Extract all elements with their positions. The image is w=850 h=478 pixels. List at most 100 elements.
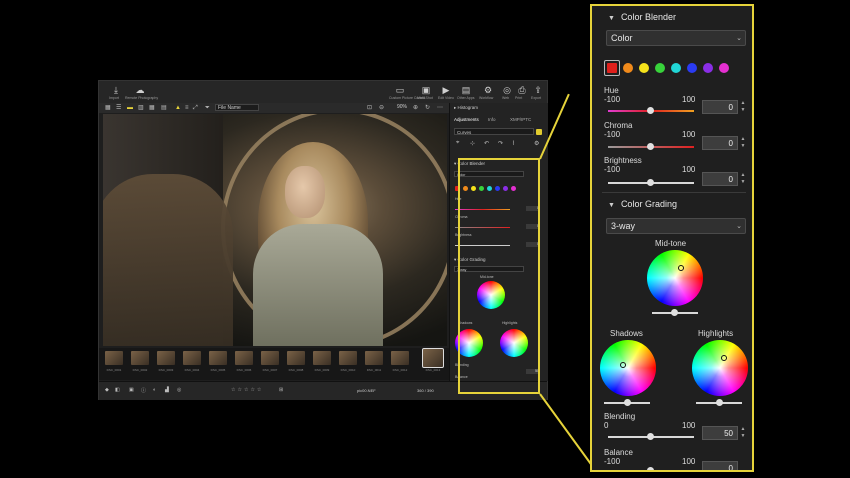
expand-icon[interactable]: ⤢ <box>193 104 198 112</box>
brightness-value-input[interactable]: 0 <box>702 172 738 186</box>
compare-icon[interactable]: ◧ <box>115 387 120 393</box>
fit-icon[interactable]: ⊡ <box>367 104 372 112</box>
tab-adjustments[interactable]: Adjustments <box>454 117 479 122</box>
zoom-level[interactable]: 90% <box>397 104 407 110</box>
tab-xmp-iptc[interactable]: XMP/IPTC <box>510 117 531 122</box>
multi-view-icon[interactable]: ▦ <box>149 104 155 112</box>
settings-icon[interactable]: ⚙ <box>534 140 539 147</box>
highlights-slider-handle[interactable] <box>716 399 723 406</box>
more-icon[interactable]: ⋯ <box>437 104 443 112</box>
filmstrip-thumb[interactable] <box>209 351 227 365</box>
rotate-icon[interactable]: ↻ <box>425 104 430 112</box>
swatch-red[interactable] <box>607 63 617 73</box>
shadows-wheel-point[interactable] <box>620 362 626 368</box>
swatch-orange[interactable] <box>623 63 633 73</box>
filmstrip-thumb[interactable] <box>105 351 123 365</box>
brightness-slider-handle[interactable] <box>647 179 654 186</box>
print-icon[interactable]: ⎙ <box>515 83 529 97</box>
tag-icon[interactable]: ⊞ <box>279 387 283 393</box>
tab-info[interactable]: Info <box>488 117 496 122</box>
balance-value-input[interactable]: 0 <box>702 461 738 470</box>
hue-stepper[interactable]: ▲ ▼ <box>740 100 746 114</box>
filmstrip-thumb[interactable] <box>261 351 279 365</box>
swatch-magenta[interactable] <box>719 63 729 73</box>
swatch-cyan[interactable] <box>671 63 681 73</box>
shadows-color-wheel[interactable] <box>600 340 656 396</box>
highlight-icon[interactable]: ◐ <box>153 387 156 393</box>
web-icon[interactable]: ◎ <box>500 83 514 97</box>
hue-value-input[interactable]: 0 <box>702 100 738 114</box>
filmstrip-thumb[interactable] <box>365 351 383 365</box>
filmstrip-thumb[interactable] <box>183 351 201 365</box>
filmstrip-thumb[interactable] <box>313 351 331 365</box>
chroma-stepper[interactable]: ▲ ▼ <box>740 136 746 150</box>
redo-icon[interactable]: ↷ <box>498 140 503 147</box>
rating-filter-icon[interactable]: ≡ <box>185 104 189 112</box>
workflow-icon[interactable]: ⚙ <box>481 83 495 97</box>
midtone-color-wheel[interactable] <box>647 250 703 306</box>
zoom-in-icon[interactable]: ⊕ <box>413 104 418 112</box>
curve-preset-dropdown[interactable]: Curves <box>454 128 534 135</box>
filmstrip-thumb[interactable] <box>157 351 175 365</box>
blending-slider-handle[interactable] <box>647 433 654 440</box>
picture-control-icon[interactable]: ▭ <box>393 83 407 97</box>
swatch-yellow[interactable] <box>639 63 649 73</box>
focus-point-icon[interactable]: ◎ <box>177 387 181 393</box>
midtone-slider-handle[interactable] <box>671 309 678 316</box>
single-view-icon[interactable]: ▬ <box>127 104 133 112</box>
rating-stars[interactable]: ☆☆☆☆☆ <box>231 387 263 393</box>
brush-icon[interactable]: ⌇ <box>512 140 515 147</box>
filter-icon[interactable]: ⏷ <box>205 104 210 112</box>
hue-slider-handle[interactable] <box>647 107 654 114</box>
thumb-label: DSC_0010 <box>340 368 356 372</box>
swatch-purple[interactable] <box>703 63 713 73</box>
list-view-icon[interactable]: ☰ <box>116 104 121 112</box>
sort-dropdown[interactable]: File Name <box>215 104 259 111</box>
image-viewer[interactable] <box>103 114 447 346</box>
histogram-icon[interactable]: ▟ <box>165 387 169 393</box>
remote-icon[interactable]: ☁ <box>133 83 147 97</box>
color-grading-header[interactable]: ▼ Color Grading <box>608 199 677 209</box>
filmstrip-thumb[interactable] <box>391 351 409 365</box>
zoom-out-icon[interactable]: ⊖ <box>379 104 384 112</box>
balance-slider-handle[interactable] <box>647 467 654 470</box>
blending-stepper[interactable]: ▲ ▼ <box>740 426 746 440</box>
other-apps-icon[interactable]: ▤ <box>459 83 473 97</box>
swatch-blue[interactable] <box>687 63 697 73</box>
chroma-value-input[interactable]: 0 <box>702 136 738 150</box>
compare-view-icon[interactable]: ▥ <box>138 104 144 112</box>
undo-icon[interactable]: ↶ <box>484 140 489 147</box>
chroma-slider-handle[interactable] <box>647 143 654 150</box>
grid-icon[interactable]: ▣ <box>129 387 134 393</box>
filmstrip-view-icon[interactable]: ▤ <box>161 104 167 112</box>
color-blender-header[interactable]: ▼ Color Blender <box>608 12 676 22</box>
highlights-wheel-point[interactable] <box>721 355 727 361</box>
crop-icon[interactable]: ⊹ <box>470 140 475 147</box>
eyedropper-icon[interactable]: ⌖ <box>456 140 459 147</box>
color-mode-dropdown[interactable]: Color ⌄ <box>606 30 746 46</box>
filmstrip-thumb[interactable] <box>235 351 253 365</box>
swatch-green[interactable] <box>655 63 665 73</box>
balance-slider[interactable] <box>608 470 694 472</box>
import-icon[interactable]: ⤓ <box>109 83 123 97</box>
multi-image-icon[interactable]: ▣ <box>419 83 433 97</box>
apply-checkbox[interactable] <box>536 129 542 135</box>
shadows-slider-handle[interactable] <box>624 399 631 406</box>
export-icon[interactable]: ⇪ <box>531 83 545 97</box>
midtone-wheel-point[interactable] <box>678 265 684 271</box>
grid-view-icon[interactable]: ▦ <box>105 104 111 112</box>
thumb-label: DSC_0012 <box>392 368 408 372</box>
filmstrip-thumb[interactable] <box>339 351 357 365</box>
blending-value-input[interactable]: 50 <box>702 426 738 440</box>
filmstrip-thumb[interactable] <box>287 351 305 365</box>
label-filter-icon[interactable]: ▲ <box>175 104 181 112</box>
histogram-header[interactable]: ▸ Histogram <box>454 105 478 111</box>
filmstrip-thumb-selected[interactable] <box>422 348 444 368</box>
highlights-color-wheel[interactable] <box>692 340 748 396</box>
grading-mode-dropdown[interactable]: 3-way ⌄ <box>606 218 746 234</box>
edit-video-icon[interactable]: ▶ <box>439 83 453 97</box>
filmstrip-thumb[interactable] <box>131 351 149 365</box>
info-icon[interactable]: ⓘ <box>141 387 146 394</box>
brightness-stepper[interactable]: ▲ ▼ <box>740 172 746 186</box>
label-icon[interactable]: ◆ <box>105 387 109 393</box>
